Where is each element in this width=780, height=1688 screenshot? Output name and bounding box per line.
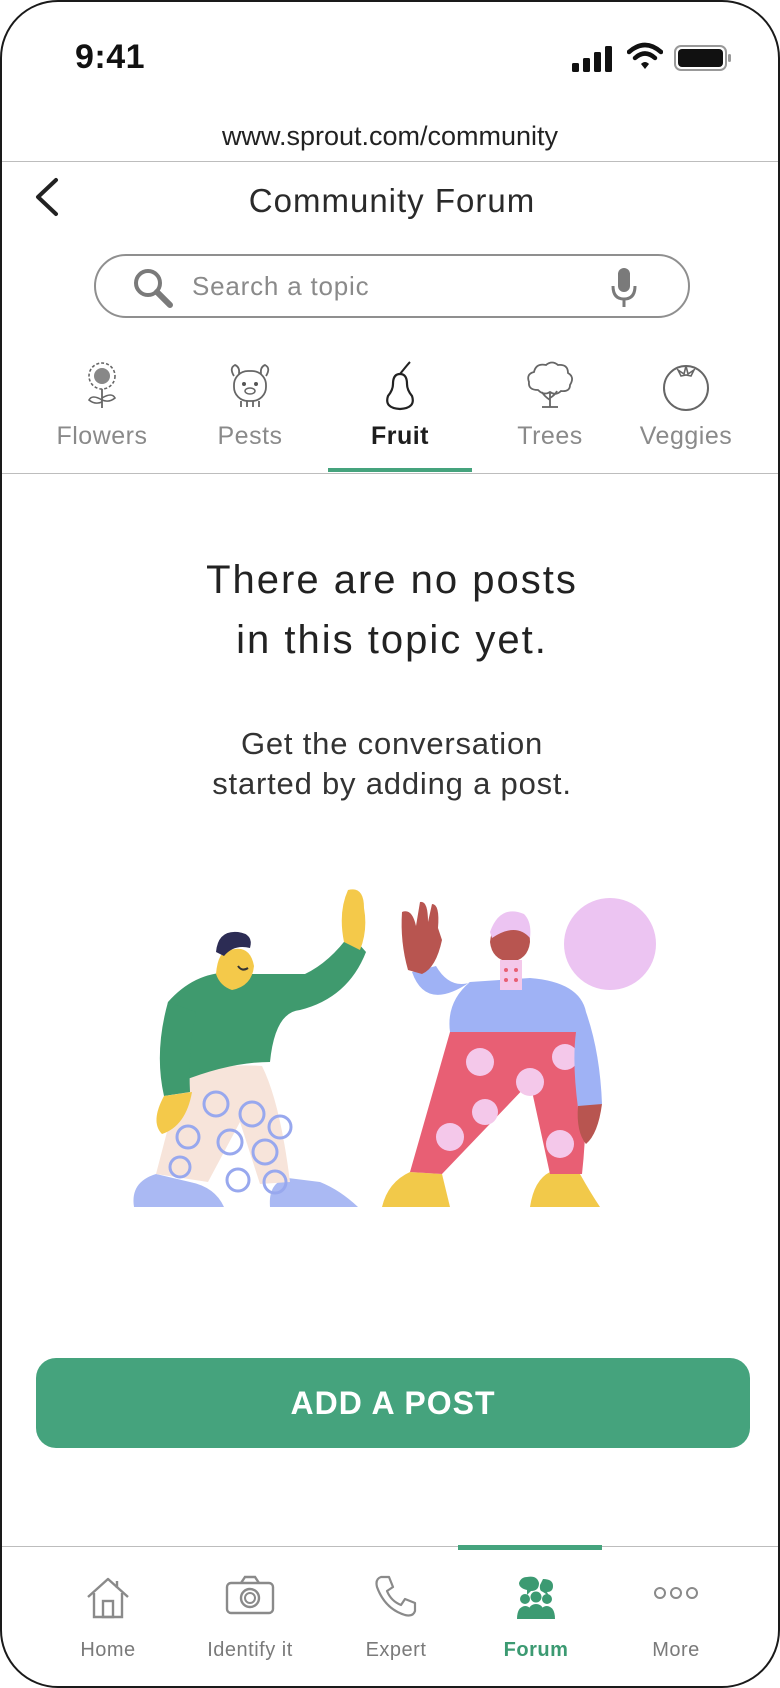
bug-icon: [230, 364, 270, 407]
tab-flowers[interactable]: Flowers: [32, 352, 172, 472]
pear-icon: [386, 361, 414, 411]
topic-tabs: Flowers Pests Fruit Trees Veggies: [2, 352, 778, 474]
people-icon: [517, 1576, 555, 1619]
nav-label: Expert: [365, 1639, 427, 1661]
battery-icon: [674, 45, 731, 71]
add-post-button[interactable]: ADD A POST: [36, 1358, 750, 1448]
active-tab-indicator: [328, 468, 472, 472]
high-five-illustration: [133, 889, 656, 1207]
signal-icon: [572, 46, 612, 72]
nav-label: Forum: [503, 1639, 569, 1661]
nav-label: Identify it: [207, 1639, 293, 1661]
nav-item-identify[interactable]: Identify it: [180, 1547, 320, 1667]
status-time: 9:41: [75, 38, 146, 76]
status-bar: 9:41: [2, 2, 778, 112]
empty-subtitle-line: Get the conversation: [240, 726, 544, 761]
empty-state-title: There are no posts in this topic yet.: [2, 550, 778, 670]
nav-item-forum[interactable]: Forum: [466, 1547, 606, 1667]
wifi-icon: [627, 42, 663, 69]
nav-item-home[interactable]: Home: [38, 1547, 178, 1667]
phone-icon: [375, 1575, 417, 1617]
tree-icon: [527, 361, 573, 408]
phone-frame: 9:41 www.sprout.com/community Community …: [0, 0, 780, 1688]
empty-title-line: There are no posts: [206, 558, 578, 602]
nav-label: Home: [80, 1639, 136, 1661]
tab-veggies[interactable]: Veggies: [616, 352, 756, 472]
tab-label: Trees: [517, 422, 583, 450]
tab-fruit[interactable]: Fruit: [330, 352, 470, 472]
camera-icon: [225, 1575, 275, 1615]
nav-item-more[interactable]: More: [606, 1547, 746, 1667]
empty-subtitle-line: started by adding a post.: [212, 766, 572, 801]
search-icon: [134, 269, 173, 308]
tab-label: Fruit: [370, 422, 430, 450]
man-figure: [133, 889, 366, 1207]
url-text: www.sprout.com/community: [221, 121, 559, 151]
tab-label: Flowers: [56, 422, 148, 450]
nav-label: More: [652, 1639, 700, 1661]
tab-label: Pests: [217, 422, 283, 450]
tab-label: Veggies: [639, 422, 733, 450]
woman-figure: [382, 898, 656, 1207]
more-icon: [654, 1587, 698, 1599]
sunflower-icon: [88, 362, 116, 408]
microphone-icon[interactable]: [608, 266, 640, 310]
empty-title-line: in this topic yet.: [236, 618, 548, 662]
page-title: Community Forum: [248, 182, 536, 219]
search-input[interactable]: [192, 264, 572, 308]
tab-pests[interactable]: Pests: [180, 352, 320, 472]
search-bar[interactable]: [94, 254, 690, 318]
empty-state-subtitle: Get the conversation started by adding a…: [2, 724, 778, 804]
nav-item-expert[interactable]: Expert: [326, 1547, 466, 1667]
home-icon: [87, 1577, 129, 1619]
tab-trees[interactable]: Trees: [480, 352, 620, 472]
tomato-icon: [663, 365, 709, 411]
browser-url-bar[interactable]: www.sprout.com/community: [2, 114, 778, 162]
bottom-navigation: Home Identify it Expert Forum More: [2, 1545, 778, 1686]
